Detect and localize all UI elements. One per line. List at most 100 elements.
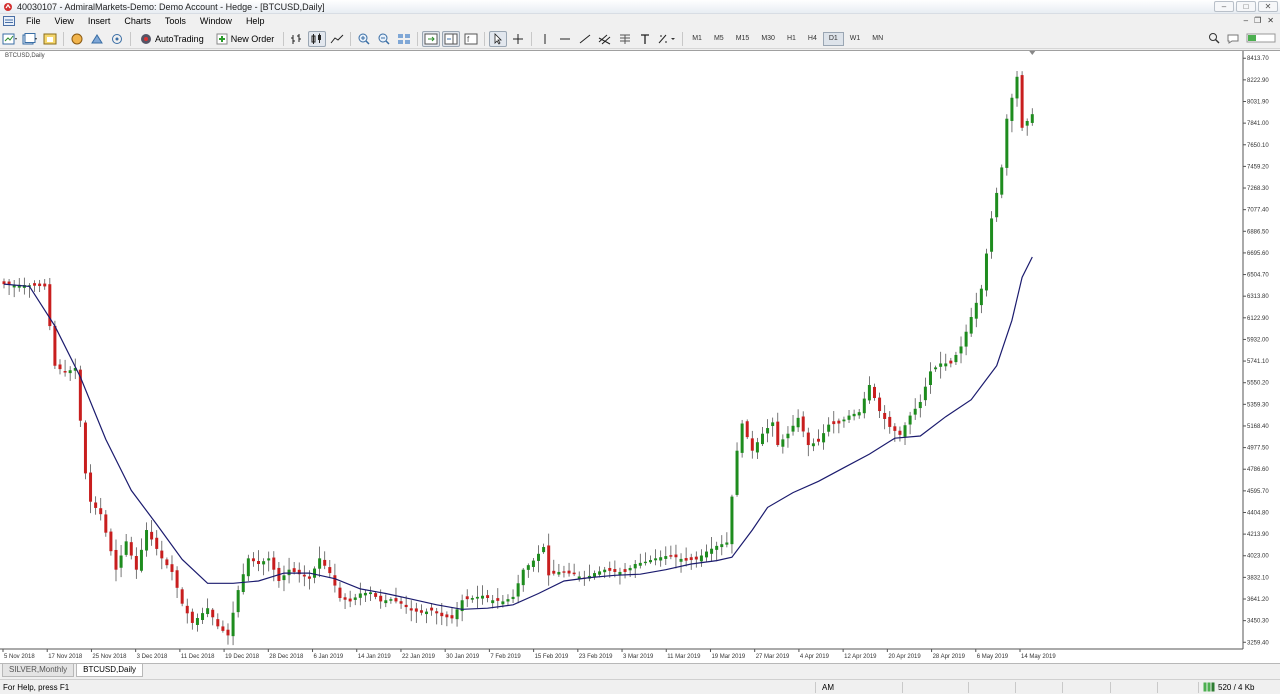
new-chart-button[interactable]	[1, 31, 19, 47]
indicators-button[interactable]: f	[462, 31, 480, 47]
bar-chart-button[interactable]	[288, 31, 306, 47]
timeframe-mn[interactable]: MN	[866, 32, 889, 46]
candle-body	[547, 545, 551, 576]
minimize-button[interactable]: –	[1214, 1, 1234, 12]
timeframe-m30[interactable]: M30	[755, 32, 781, 46]
trendline-button[interactable]	[576, 31, 594, 47]
candle-body	[572, 572, 576, 575]
candle-body	[491, 600, 495, 604]
candle-body	[674, 554, 678, 558]
candle-body	[928, 371, 932, 385]
mdi-restore-button[interactable]: ❐	[1254, 16, 1261, 25]
close-button[interactable]: ✕	[1258, 1, 1278, 12]
candle-body	[740, 423, 744, 453]
menu-insert[interactable]: Insert	[81, 16, 118, 26]
price-tick-label: 5359.30	[1247, 402, 1269, 408]
market-watch-button[interactable]	[41, 31, 59, 47]
mdi-close-button[interactable]: ✕	[1267, 16, 1274, 25]
price-tick-label: 5550.20	[1247, 381, 1269, 387]
date-tick-label: 6 Jan 2019	[314, 654, 344, 660]
timeframe-h1[interactable]: H1	[781, 32, 802, 46]
strategy-tester-button[interactable]	[108, 31, 126, 47]
crosshair-button[interactable]	[509, 31, 527, 47]
price-chart[interactable]: 8413.70 8222.90 8031.90 7841.00 7650.10 7459.…	[0, 51, 1280, 663]
arrows-button[interactable]	[656, 31, 678, 47]
candle-body	[160, 550, 164, 559]
horizontal-line-button[interactable]	[556, 31, 574, 47]
candle-body	[898, 430, 902, 435]
menu-help[interactable]: Help	[239, 16, 272, 26]
zoom-out-button[interactable]	[375, 31, 393, 47]
candle-body	[292, 568, 296, 572]
tab-silver-monthly[interactable]: SILVER,Monthly	[2, 664, 75, 677]
price-tick-label: 6313.80	[1247, 294, 1269, 300]
candle-body	[450, 615, 454, 619]
price-tick-label: 8413.70	[1247, 56, 1269, 62]
candle-body	[750, 438, 754, 451]
candle-body	[404, 604, 408, 608]
candle-body	[272, 557, 276, 570]
tile-windows-button[interactable]	[395, 31, 413, 47]
indicators-icon: f	[464, 33, 478, 44]
chart-shift-button[interactable]	[442, 30, 461, 47]
autotrading-button[interactable]: AutoTrading	[135, 31, 209, 47]
window-title: 40030107 - AdmiralMarkets-Demo: Demo Acc…	[17, 1, 325, 12]
candle-body	[83, 422, 87, 474]
timeframe-m1[interactable]: M1	[686, 32, 708, 46]
menu-file[interactable]: File	[19, 16, 48, 26]
mdi-minimize-button[interactable]: –	[1244, 16, 1248, 25]
candle-body	[104, 514, 108, 533]
candle-body	[618, 571, 622, 575]
menu-window[interactable]: Window	[193, 16, 239, 26]
candlestick-button[interactable]	[308, 30, 327, 47]
channel-button[interactable]	[596, 31, 614, 47]
candle-body	[201, 613, 205, 621]
candle-body	[328, 567, 332, 574]
candle-body	[715, 545, 719, 550]
timeframe-m5[interactable]: M5	[708, 32, 730, 46]
menu-view[interactable]: View	[48, 16, 81, 26]
navigator-button[interactable]	[68, 31, 86, 47]
candle-body	[257, 561, 261, 565]
line-chart-icon	[330, 34, 344, 43]
tab-btcusd-daily[interactable]: BTCUSD,Daily	[76, 664, 144, 677]
candle-body	[623, 569, 627, 572]
price-tick-label: 8222.90	[1247, 78, 1269, 84]
menu-charts[interactable]: Charts	[117, 16, 158, 26]
candle-body	[63, 371, 67, 373]
candle-body	[883, 412, 887, 419]
terminal-button[interactable]	[88, 31, 106, 47]
candle-body	[872, 386, 876, 399]
new-order-button[interactable]: New Order	[211, 31, 280, 47]
candle-body	[369, 592, 373, 595]
cursor-button[interactable]	[489, 30, 508, 47]
text-button[interactable]	[636, 31, 654, 47]
candle-body	[267, 558, 271, 561]
line-chart-button[interactable]	[328, 31, 346, 47]
search-icon[interactable]	[1208, 32, 1220, 44]
date-tick-label: 4 Apr 2019	[800, 654, 830, 660]
timeframe-w1[interactable]: W1	[844, 32, 867, 46]
chart-window[interactable]: BTCUSD,Daily 8413.70 8222.90 8031.90 7841.0…	[0, 50, 1280, 663]
terminal-icon	[91, 33, 103, 43]
fibonacci-icon	[620, 34, 631, 44]
menu-tools[interactable]: Tools	[158, 16, 193, 26]
fibonacci-button[interactable]	[616, 31, 634, 47]
document-icon[interactable]	[3, 16, 15, 26]
candle-body	[786, 433, 790, 439]
candle-body	[842, 419, 846, 422]
chat-icon[interactable]	[1226, 32, 1240, 44]
candle-body	[903, 425, 907, 437]
price-tick-label: 4023.00	[1247, 554, 1269, 560]
timeframe-h4[interactable]: H4	[802, 32, 823, 46]
candle-body	[893, 426, 897, 431]
timeframe-m15[interactable]: M15	[730, 32, 756, 46]
maximize-button[interactable]: □	[1236, 1, 1256, 12]
auto-scroll-button[interactable]	[422, 30, 441, 47]
vertical-line-button[interactable]	[536, 31, 554, 47]
candle-body	[613, 569, 617, 572]
status-profile: AM	[822, 683, 834, 692]
zoom-in-button[interactable]	[355, 31, 373, 47]
profiles-button[interactable]	[21, 31, 39, 47]
timeframe-d1[interactable]: D1	[822, 31, 844, 46]
